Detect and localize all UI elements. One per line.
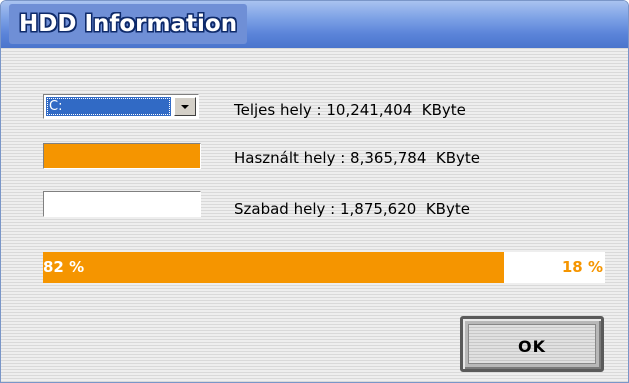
ok-button-label: OK: [518, 337, 546, 356]
usage-progress-bar: 82 % 18 %: [43, 252, 605, 283]
ok-button-face: OK: [468, 324, 596, 364]
drive-select-value[interactable]: C:: [46, 97, 171, 116]
free-percent-label: 18 %: [561, 258, 603, 276]
total-space-label: Teljes hely : 10,241,404 KByte: [234, 101, 466, 119]
ok-button[interactable]: OK: [460, 316, 604, 372]
title-bar: HDD Information: [1, 1, 628, 48]
hdd-info-window: HDD Information C: Teljes hely : 10,241,…: [0, 0, 629, 383]
used-color-legend: [43, 143, 201, 169]
free-color-legend: [43, 191, 201, 217]
used-percent-label: 82 %: [43, 258, 85, 276]
window-title: HDD Information: [9, 4, 248, 44]
usage-progress-fill: [43, 252, 504, 283]
used-space-label: Használt hely : 8,365,784 KByte: [234, 149, 481, 167]
free-space-label: Szabad hely : 1,875,620 KByte: [234, 200, 470, 218]
drive-select-dropdown-button[interactable]: [174, 97, 196, 116]
chevron-down-icon: [181, 105, 189, 109]
drive-select[interactable]: C:: [43, 94, 199, 119]
